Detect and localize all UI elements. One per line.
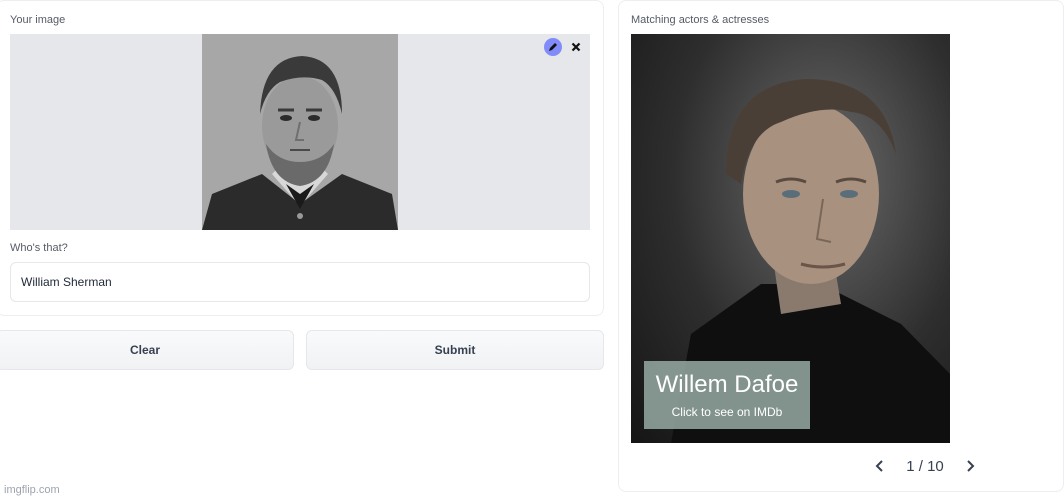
- name-input[interactable]: [10, 262, 590, 302]
- imdb-link-text: Click to see on IMDb: [671, 405, 783, 419]
- edit-image-button[interactable]: [544, 38, 562, 56]
- next-result-button[interactable]: [960, 456, 980, 476]
- chevron-right-icon: [967, 460, 975, 472]
- prev-result-button[interactable]: [870, 456, 890, 476]
- chevron-left-icon: [875, 460, 883, 472]
- image-upload-area[interactable]: [10, 34, 590, 230]
- imdb-caption-link[interactable]: Willem Dafoe Click to see on IMDb: [644, 361, 810, 429]
- gallery-pager: 1 / 10: [870, 454, 980, 478]
- watermark: imgflip.com: [4, 484, 60, 496]
- uploaded-portrait: [202, 34, 398, 230]
- image-label: Your image: [10, 14, 66, 26]
- remove-image-button[interactable]: [567, 38, 585, 56]
- app-page: Your image Who's that? William Sherman C…: [0, 0, 1064, 500]
- close-icon: [571, 42, 581, 52]
- results-label: Matching actors & actresses: [631, 14, 770, 26]
- result-image[interactable]: Willem Dafoe Click to see on IMDb: [631, 34, 950, 443]
- clear-button[interactable]: Clear: [0, 330, 294, 370]
- pager-counter: 1 / 10: [906, 457, 944, 475]
- submit-button[interactable]: Submit: [306, 330, 604, 370]
- actor-name: Willem Dafoe: [655, 371, 799, 398]
- name-label: Who's that?: [10, 242, 68, 254]
- pencil-icon: [549, 43, 557, 51]
- portrait-drawing: [202, 34, 398, 230]
